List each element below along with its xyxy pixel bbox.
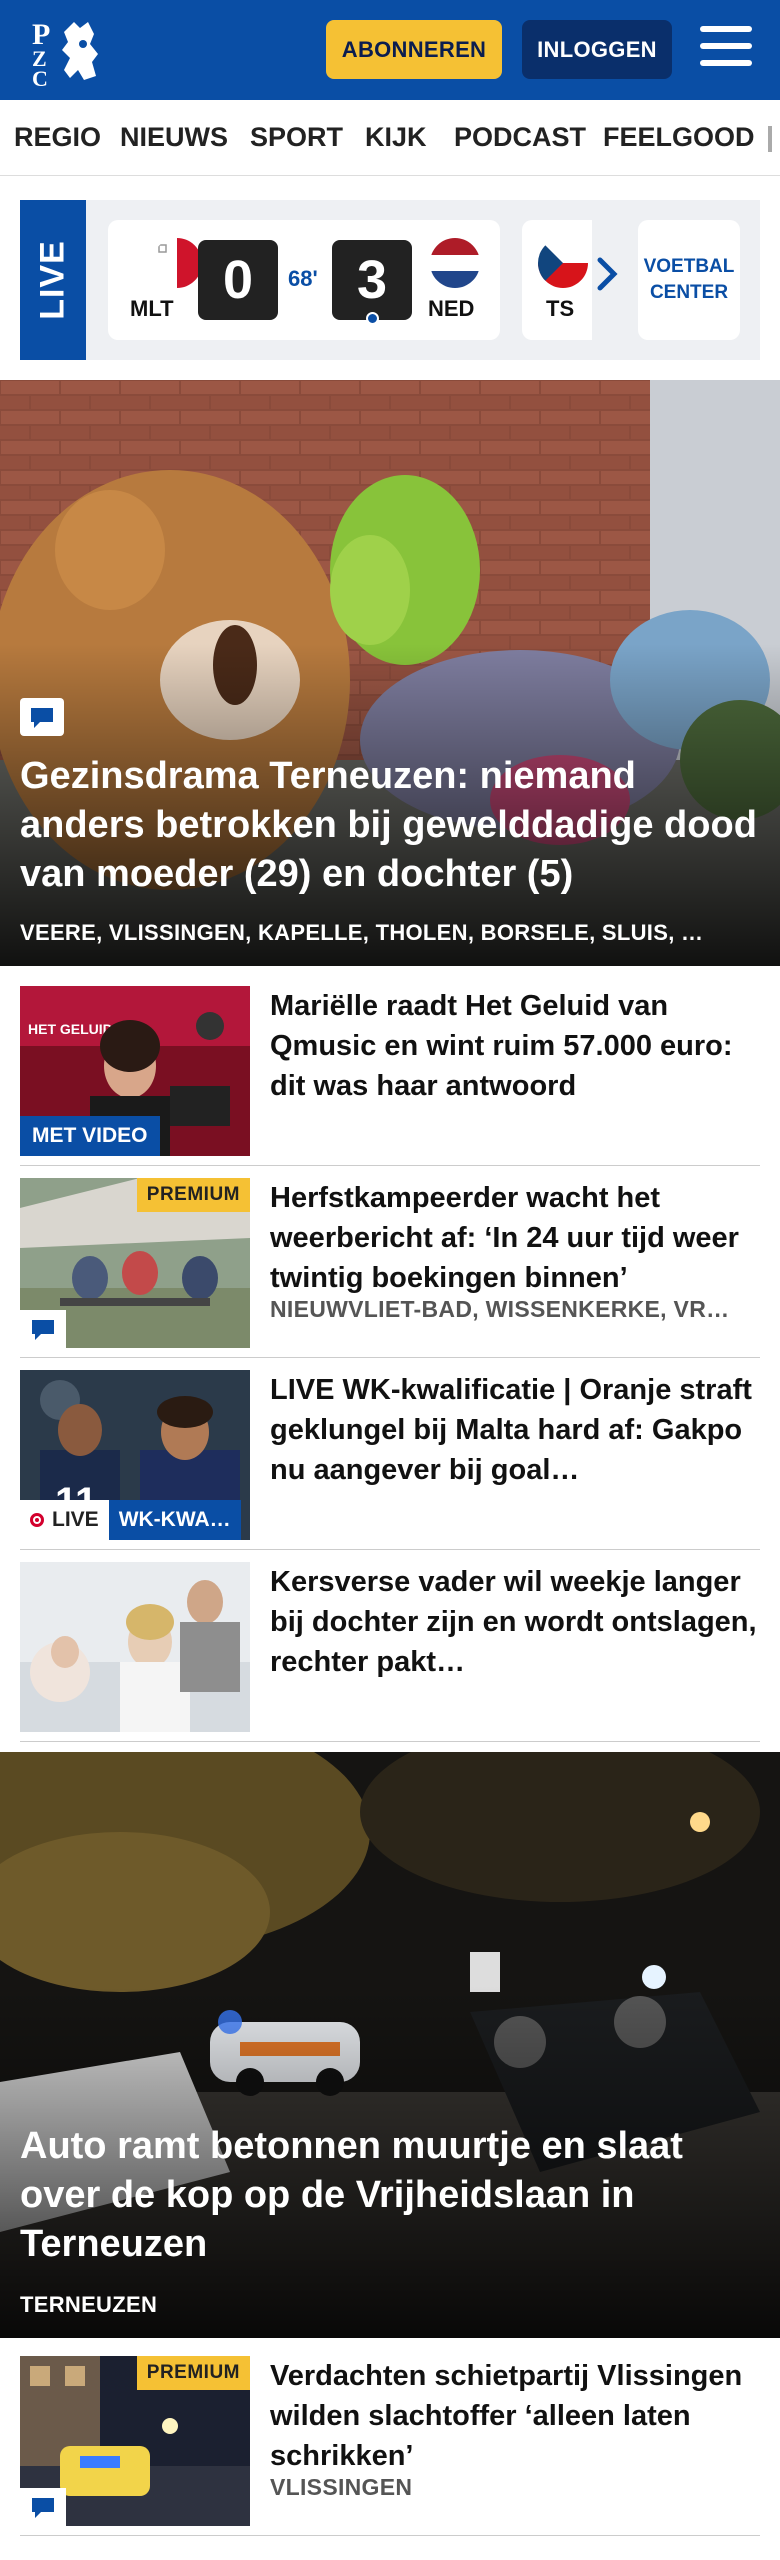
netherlands-flag-icon [430,238,480,288]
list-item[interactable]: 11 LIVE WK-KWA… LIVE WK-kwalificatie | O… [20,1358,760,1550]
nav-item-regio[interactable]: REGIO [14,122,101,153]
hero-locations: VEERE, VLISSINGEN, KAPELLE, THOLEN, BORS… [20,920,704,945]
category-badge: WK-KWA… [108,1500,241,1540]
live-scores-bar: LIVE MLT 0 68' 3 NED TS VOETBAL CENTER [20,200,760,360]
hero2-location: TERNEUZEN [20,2292,158,2317]
premium-badge: PREMIUM [136,2356,250,2390]
pzc-logo[interactable]: P Z C [28,14,112,91]
malta-flag-icon [152,238,202,288]
hero-title[interactable]: Gezinsdrama Terneuzen: niemand anders be… [20,752,760,899]
next-team-code: TS [546,296,575,321]
live-label: LIVE [20,200,86,360]
away-score: 3 [332,240,412,320]
list-item[interactable]: HET GELUID MET VIDEO Mariëlle raadt Het … [20,974,760,1166]
live-badge-label: LIVE [20,1500,109,1540]
czech-flag-icon [538,238,588,288]
comment-icon [20,1310,66,1348]
article-title[interactable]: LIVE WK-kwalificatie | Oranje straft gek… [270,1370,760,1490]
article-thumbnail: HET GELUID MET VIDEO [20,986,250,1156]
article-thumbnail: 11 LIVE WK-KWA… [20,1370,250,1540]
hamburger-menu-icon[interactable] [700,26,752,72]
svg-text:HET GELUID: HET GELUID [28,1021,113,1037]
hero-article-2[interactable]: Auto ramt betonnen muurtje en slaat over… [0,1752,780,2338]
list-item[interactable]: Kersverse vader wil weekje langer bij do… [20,1550,760,1742]
home-score: 0 [198,240,278,320]
article-title[interactable]: Kersverse vader wil weekje langer bij do… [270,1562,760,1682]
article-thumbnail: PREMIUM [20,2356,250,2526]
hero-article[interactable]: Gezinsdrama Terneuzen: niemand anders be… [0,380,780,966]
main-navigation: REGIO NIEUWS SPORT KIJK PODCAST FEELGOOD [0,100,780,176]
nav-overflow-indicator [768,126,772,152]
home-team-code: MLT [130,296,174,321]
live-indicator-dot [366,312,379,325]
chevron-right-icon[interactable] [592,254,622,294]
match-minute: 68' [288,266,318,291]
article-thumbnail [20,1562,250,1732]
comment-icon [20,698,64,736]
site-header: P Z C ABONNEREN INLOGGEN [0,0,780,100]
article-title[interactable]: Mariëlle raadt Het Geluid van Qmusic en … [270,986,760,1106]
list-item[interactable]: PREMIUM Herfstkampeerder wacht het weerb… [20,1166,760,1358]
article-location: NIEUWVLIET-BAD, WISSENKERKE, VR… [270,1296,730,1322]
nav-item-sport[interactable]: SPORT [250,122,343,153]
comment-icon [20,2488,66,2526]
video-badge: MET VIDEO [20,1116,160,1156]
nav-item-nieuws[interactable]: NIEUWS [120,122,228,153]
hero2-title[interactable]: Auto ramt betonnen muurtje en slaat over… [20,2122,760,2269]
article-title[interactable]: Verdachten schietpartij Vlissingen wilde… [270,2356,760,2476]
subscribe-button[interactable]: ABONNEREN [326,20,502,79]
next-match-card[interactable]: TS [522,220,592,340]
premium-badge: PREMIUM [136,1178,250,1212]
login-button[interactable]: INLOGGEN [522,20,672,79]
nav-item-podcast[interactable]: PODCAST [454,122,586,153]
match-card[interactable]: MLT 0 68' 3 NED [108,220,500,340]
article-thumbnail: PREMIUM [20,1178,250,1348]
voetbal-center-button[interactable]: VOETBAL CENTER [638,220,740,340]
nav-item-feelgood[interactable]: FEELGOOD [603,122,755,153]
live-dot-icon [30,1513,44,1527]
svg-text:C: C [32,66,48,88]
live-tag: LIVE WK-KWA… [20,1500,241,1540]
away-team-code: NED [428,296,475,321]
article-location: VLISSINGEN [270,2474,413,2500]
article-title[interactable]: Herfstkampeerder wacht het weerbericht a… [270,1178,760,1298]
list-item[interactable]: PREMIUM Verdachten schietpartij Vlissing… [20,2344,760,2536]
nav-item-kijk[interactable]: KIJK [365,122,427,153]
